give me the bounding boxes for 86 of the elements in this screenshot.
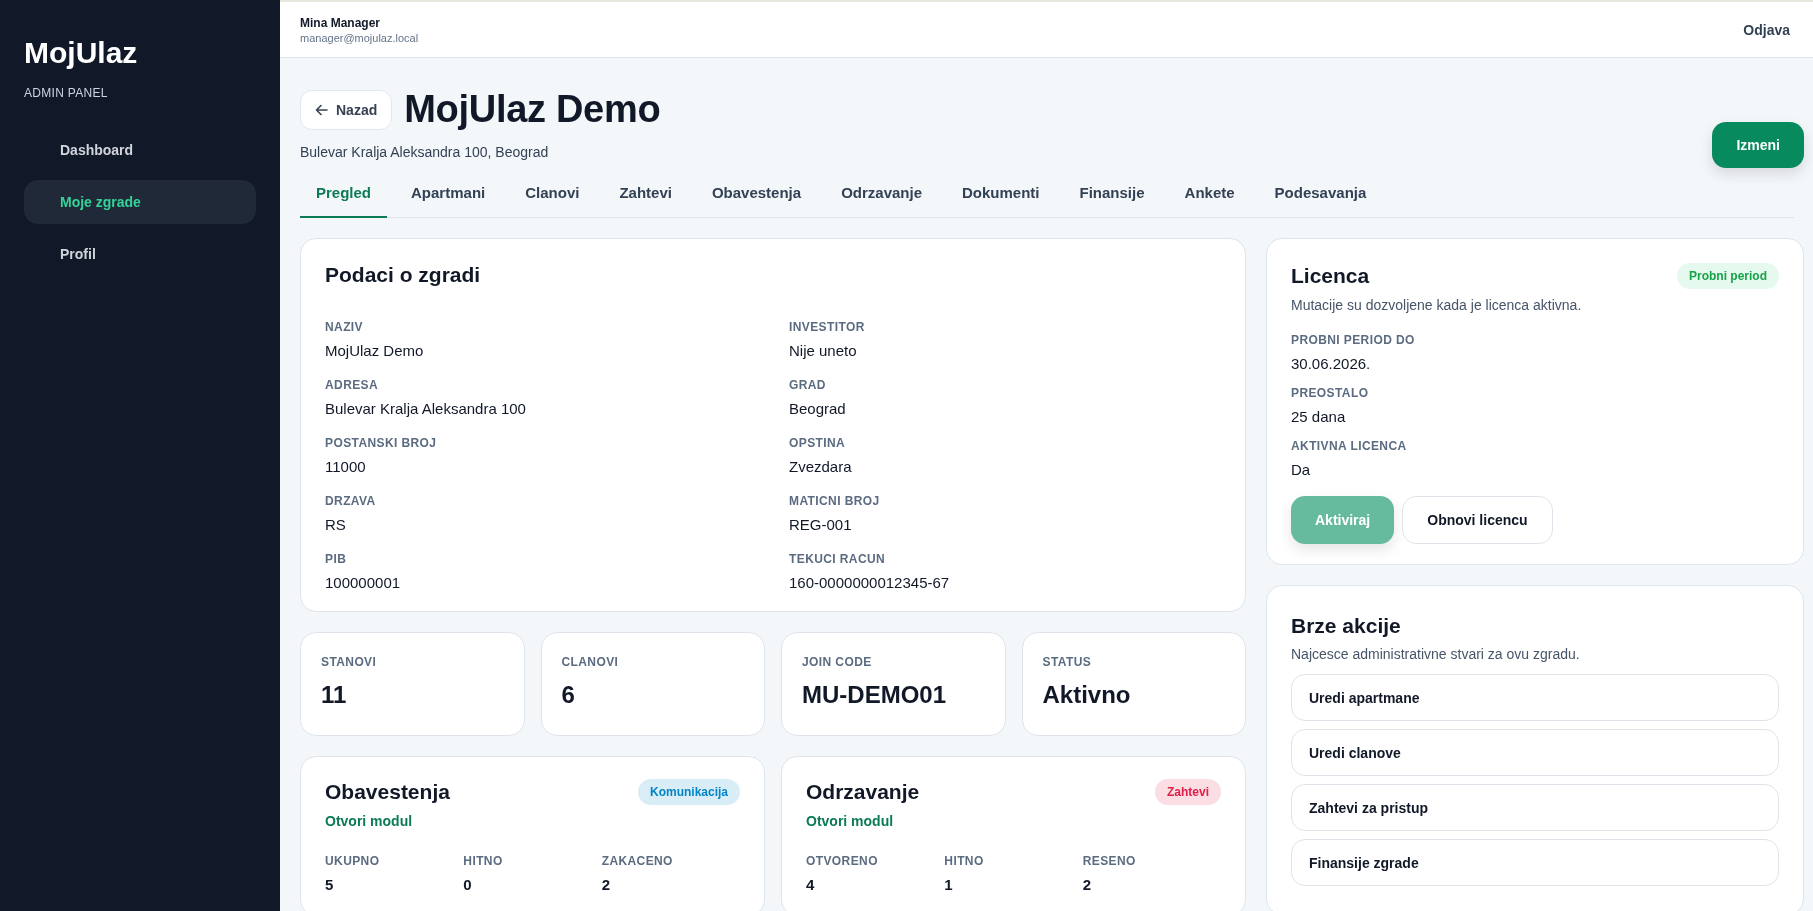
metric-label: UKUPNO — [325, 854, 381, 868]
user-name: Mina Manager — [300, 15, 381, 30]
field-value: 100000001 — [325, 574, 402, 591]
field-label: POSTANSKI BROJ — [325, 436, 438, 450]
field-label: MATICNI BROJ — [789, 494, 881, 508]
metric-label: OTVORENO — [806, 854, 879, 868]
metric-value: 1 — [944, 876, 954, 893]
edit-button[interactable]: Izmeni — [1712, 122, 1804, 168]
open-module-link[interactable]: Otvori modul — [325, 813, 413, 829]
tab[interactable]: Obavestenja — [695, 171, 818, 218]
tab[interactable]: Odrzavanje — [825, 171, 938, 218]
card-description: Mutacije su dozvoljene kada je licenca aktivna. — [1291, 297, 1583, 313]
metric-value: 4 — [806, 876, 816, 893]
open-module-link[interactable]: Otvori modul — [806, 813, 894, 829]
field-value: Nije uneto — [789, 342, 858, 359]
stat-value: 6 — [561, 681, 576, 709]
stat-value: 11 — [321, 681, 348, 709]
quick-action-button[interactable]: Uredi clanove — [1291, 729, 1779, 776]
field-label: ADRESA — [325, 378, 380, 392]
stat-value: Aktivno — [1042, 681, 1132, 709]
field-value: Da — [1291, 461, 1312, 478]
building-address: Bulevar Kralja Aleksandra 100, Beograd — [300, 144, 550, 160]
app-logo: MojUlaz — [24, 36, 139, 70]
tab[interactable]: Clanovi — [509, 171, 596, 218]
logout-link[interactable]: Odjava — [1743, 21, 1790, 38]
field-label: PIB — [325, 552, 348, 566]
category-badge: Zahtevi — [1155, 779, 1221, 805]
card-title: Odrzavanje — [806, 780, 920, 804]
field-label: PROBNI PERIOD DO — [1291, 333, 1416, 347]
field-label: AKTIVNA LICENCA — [1291, 439, 1408, 453]
renew-license-button[interactable]: Obnovi licencu — [1402, 496, 1553, 544]
field-label: DRZAVA — [325, 494, 377, 508]
tab[interactable]: Podesavanja — [1258, 171, 1383, 218]
status-badge: Probni period — [1677, 263, 1779, 289]
tab[interactable]: Finansije — [1063, 171, 1161, 218]
metric-value: 2 — [1082, 876, 1092, 893]
left-arrow-icon — [315, 103, 328, 116]
field-value: 160-0000000012345-67 — [789, 574, 951, 591]
tab[interactable]: Pregled — [300, 171, 388, 218]
quick-action-button[interactable]: Uredi apartmane — [1291, 674, 1779, 721]
field-value: MojUlaz Demo — [325, 342, 425, 359]
sidebar-item[interactable]: Profil — [24, 232, 256, 276]
card-description: Najcesce administrativne stvari za ovu zgradu. — [1291, 646, 1581, 662]
stat-label: STATUS — [1042, 655, 1093, 669]
field-value: REG-001 — [789, 516, 853, 533]
stat-value: MU-DEMO01 — [802, 681, 947, 709]
card-title: Obavestenja — [325, 780, 450, 804]
tab[interactable]: Ankete — [1168, 171, 1251, 218]
metric-label: RESENO — [1082, 854, 1137, 868]
stat-label: STANOVI — [321, 655, 378, 669]
user-email: manager@mojulaz.local — [300, 31, 419, 44]
metric-value: 0 — [463, 876, 473, 893]
tab[interactable]: Zahtevi — [603, 171, 688, 218]
stat-label: JOIN CODE — [802, 655, 873, 669]
quick-action-button[interactable]: Finansije zgrade — [1291, 839, 1779, 886]
field-value: Zvezdara — [789, 458, 853, 475]
metric-label: HITNO — [463, 854, 504, 868]
metric-value: 2 — [601, 876, 611, 893]
page-title: MojUlaz Demo — [404, 88, 661, 131]
back-button[interactable]: Nazad — [300, 89, 393, 130]
metric-label: ZAKACENO — [601, 854, 674, 868]
field-value: 30.06.2026. — [1291, 355, 1372, 372]
field-label: INVESTITOR — [789, 320, 866, 334]
field-label: TEKUCI RACUN — [789, 552, 887, 566]
card-title: Licenca — [1291, 264, 1370, 288]
card-title: Podaci o zgradi — [325, 263, 482, 287]
field-value: 11000 — [325, 458, 367, 475]
sidebar-item[interactable]: Dashboard — [24, 128, 256, 172]
field-value: RS — [325, 516, 347, 533]
field-label: NAZIV — [325, 320, 364, 334]
metric-label: HITNO — [944, 854, 985, 868]
field-value: 25 dana — [1291, 408, 1347, 425]
field-value: Beograd — [789, 400, 847, 417]
metric-value: 5 — [325, 876, 335, 893]
field-label: PREOSTALO — [1291, 386, 1370, 400]
tab[interactable]: Apartmani — [395, 171, 502, 218]
app-subtitle: ADMIN PANEL — [24, 86, 109, 100]
card-title: Brze akcije — [1291, 614, 1402, 638]
field-label: GRAD — [789, 378, 827, 392]
category-badge: Komunikacija — [637, 779, 740, 805]
field-label: OPSTINA — [789, 436, 847, 450]
sidebar-item[interactable]: Moje zgrade — [24, 180, 256, 224]
tab[interactable]: Dokumenti — [946, 171, 1056, 218]
stat-label: CLANOVI — [561, 655, 620, 669]
quick-action-button[interactable]: Zahtevi za pristup — [1291, 784, 1779, 831]
field-value: Bulevar Kralja Aleksandra 100 — [325, 400, 527, 417]
